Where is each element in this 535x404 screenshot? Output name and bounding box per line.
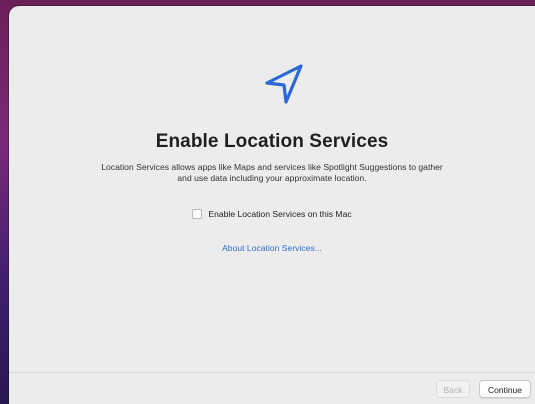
page-description: Location Services allows apps like Maps … — [101, 162, 443, 183]
enable-location-row[interactable]: Enable Location Services on this Mac — [9, 209, 535, 219]
location-arrow-icon — [265, 64, 303, 104]
continue-button[interactable]: Continue — [479, 380, 531, 398]
about-location-link[interactable]: About Location Services... — [222, 243, 322, 253]
page-title: Enable Location Services — [155, 131, 389, 152]
setup-content: Enable Location Services Location Servic… — [9, 6, 535, 366]
footer-bar: Back Continue — [9, 372, 535, 404]
enable-location-label[interactable]: Enable Location Services on this Mac — [208, 209, 351, 219]
enable-location-checkbox[interactable] — [192, 209, 203, 219]
back-button[interactable]: Back — [436, 380, 470, 398]
setup-assistant-window: Enable Location Services Location Servic… — [9, 6, 535, 404]
about-location-services: About Location Services... — [9, 243, 535, 253]
